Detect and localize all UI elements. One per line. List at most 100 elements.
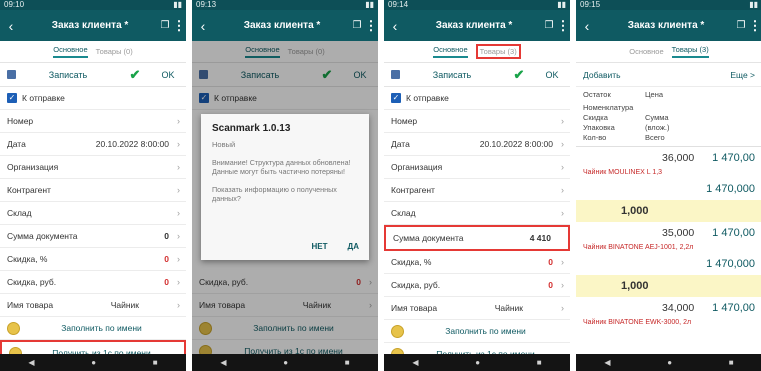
signal-icon: ▮▮	[749, 0, 758, 9]
field-date[interactable]: Дата 20.10.2022 8:00:00 ›	[0, 133, 186, 156]
copy-icon[interactable]: ❐	[158, 20, 172, 31]
screen-title: Заказ клиента *	[51, 20, 129, 31]
fill-by-name-button[interactable]: Заполнить по имени	[0, 317, 186, 340]
list-item[interactable]: 34,000 1 470,00 Чайник BINATONE EWK-3000,…	[576, 302, 761, 328]
dialog-yes-button[interactable]: ДА	[348, 242, 359, 251]
copy-icon[interactable]: ❐	[734, 20, 748, 31]
item-quantity[interactable]: 1,000	[576, 200, 761, 222]
field-discount-pct[interactable]: Скидка, % 0 ›	[384, 251, 570, 274]
field-counterparty[interactable]: Контрагент ›	[0, 179, 186, 202]
tab-bar: Основное Товары (0)	[0, 41, 186, 63]
tab-main[interactable]: Основное	[629, 47, 663, 56]
field-label: Скидка, %	[7, 254, 48, 264]
nav-back-icon[interactable]: ◀	[604, 358, 610, 367]
field-value: Чайник	[110, 300, 139, 310]
field-label: Склад	[7, 208, 32, 218]
field-doc-sum[interactable]: Сумма документа 0 ›	[0, 225, 186, 248]
checkbox-icon[interactable]: ✓	[391, 93, 401, 103]
dialog-subtitle: Новый	[212, 140, 236, 149]
tab-main[interactable]: Основное	[53, 45, 88, 58]
android-nav-bar: ◀ ● ■	[192, 354, 378, 371]
more-menu-icon[interactable]: ⋮	[748, 18, 761, 34]
list-item[interactable]: 35,000 1 470,00 Чайник BINATONE AEJ-1001,…	[576, 227, 761, 297]
more-menu-icon[interactable]: ⋮	[172, 18, 186, 34]
nav-back-icon[interactable]: ◀	[412, 358, 418, 367]
back-arrow-icon[interactable]: ‹	[192, 18, 214, 34]
field-product-name[interactable]: Имя товара Чайник ›	[0, 294, 186, 317]
field-number[interactable]: Номер ›	[0, 110, 186, 133]
to-send-checkbox-row[interactable]: ✓ К отправке	[0, 87, 186, 110]
save-button[interactable]: Записать	[16, 70, 120, 80]
screen-title: Заказ клиента *	[243, 20, 321, 31]
checkbox-icon[interactable]: ✓	[7, 93, 17, 103]
back-arrow-icon[interactable]: ‹	[576, 18, 598, 34]
field-label: Организация	[7, 162, 59, 172]
nav-recents-icon[interactable]: ■	[153, 358, 158, 367]
more-menu-icon[interactable]: ⋮	[556, 18, 570, 34]
nav-recents-icon[interactable]: ■	[729, 358, 734, 367]
field-discount-pct[interactable]: Скидка, % 0 ›	[0, 248, 186, 271]
fill-by-name-button[interactable]: Заполнить по имени	[384, 320, 570, 343]
item-quantity[interactable]: 1,000	[576, 275, 761, 297]
list-item[interactable]: 36,000 1 470,00 Чайник MOULINEX L 1,3 1 4…	[576, 152, 761, 222]
dialog-title: Scanmark 1.0.13	[212, 123, 291, 134]
to-send-checkbox-row[interactable]: ✓ К отправке	[384, 87, 570, 110]
field-value: 0	[164, 254, 169, 264]
tab-goods[interactable]: Товары (0)	[96, 47, 133, 56]
checkmark-icon[interactable]: ✔	[504, 67, 534, 83]
field-number[interactable]: Номер ›	[384, 110, 570, 133]
signal-icon: ▮▮	[557, 0, 566, 9]
tab-goods[interactable]: Товары (3)	[475, 44, 521, 59]
more-button[interactable]: Еще >	[730, 70, 755, 80]
tab-bar: Основное Товары (3)	[384, 41, 570, 63]
field-label: Скидка, руб.	[391, 280, 441, 290]
back-arrow-icon[interactable]: ‹	[0, 18, 22, 34]
dialog-no-button[interactable]: НЕТ	[312, 242, 328, 251]
app-bar: ‹ Заказ клиента * ❐ ⋮	[384, 10, 570, 41]
goods-list-header: Остаток Цена Номенклатура Скидка Сумма Упа…	[576, 87, 761, 147]
field-discount-rub[interactable]: Скидка, руб. 0 ›	[384, 274, 570, 297]
nav-home-icon[interactable]: ●	[667, 358, 672, 367]
nav-home-icon[interactable]: ●	[91, 358, 96, 367]
floppy-icon[interactable]	[391, 70, 400, 79]
field-warehouse[interactable]: Склад ›	[384, 202, 570, 225]
phone-screen-1: 09:10 ▮▮ ‹ Заказ клиента * ❐ ⋮ Основное Т…	[0, 0, 186, 371]
field-organization[interactable]: Организация ›	[0, 156, 186, 179]
chevron-right-icon: ›	[561, 303, 564, 313]
back-arrow-icon[interactable]: ‹	[384, 18, 406, 34]
ok-button[interactable]: OK	[534, 70, 570, 80]
nav-back-icon[interactable]: ◀	[220, 358, 226, 367]
floppy-icon[interactable]	[7, 70, 16, 79]
field-organization[interactable]: Организация ›	[384, 156, 570, 179]
field-value: 0	[164, 231, 169, 241]
nav-home-icon[interactable]: ●	[283, 358, 288, 367]
save-button[interactable]: Записать	[400, 70, 504, 80]
copy-icon[interactable]: ❐	[542, 20, 556, 31]
copy-icon[interactable]: ❐	[350, 20, 364, 31]
nav-recents-icon[interactable]: ■	[537, 358, 542, 367]
header-cell: Номенклатура	[583, 103, 634, 112]
add-button[interactable]: Добавить	[583, 70, 621, 80]
checkmark-icon[interactable]: ✔	[120, 67, 150, 83]
nav-home-icon[interactable]: ●	[475, 358, 480, 367]
nav-back-icon[interactable]: ◀	[28, 358, 34, 367]
field-label: Номер	[391, 116, 418, 126]
nav-recents-icon[interactable]: ■	[345, 358, 350, 367]
item-price: 36,000	[662, 152, 695, 164]
chevron-right-icon: ›	[177, 231, 180, 241]
field-value: 0	[548, 280, 553, 290]
chevron-right-icon: ›	[177, 208, 180, 218]
more-menu-icon[interactable]: ⋮	[364, 18, 378, 34]
field-discount-rub[interactable]: Скидка, руб. 0 ›	[0, 271, 186, 294]
field-counterparty[interactable]: Контрагент ›	[384, 179, 570, 202]
field-label: Скидка, %	[391, 257, 432, 267]
field-date[interactable]: Дата 20.10.2022 8:00:00 ›	[384, 133, 570, 156]
field-doc-sum[interactable]: Сумма документа 4 410	[384, 225, 570, 251]
chevron-right-icon: ›	[177, 277, 180, 287]
ok-button[interactable]: OK	[150, 70, 186, 80]
chevron-right-icon: ›	[561, 139, 564, 149]
tab-goods[interactable]: Товары (3)	[671, 45, 709, 58]
field-product-name[interactable]: Имя товара Чайник ›	[384, 297, 570, 320]
field-warehouse[interactable]: Склад ›	[0, 202, 186, 225]
tab-main[interactable]: Основное	[433, 45, 468, 58]
